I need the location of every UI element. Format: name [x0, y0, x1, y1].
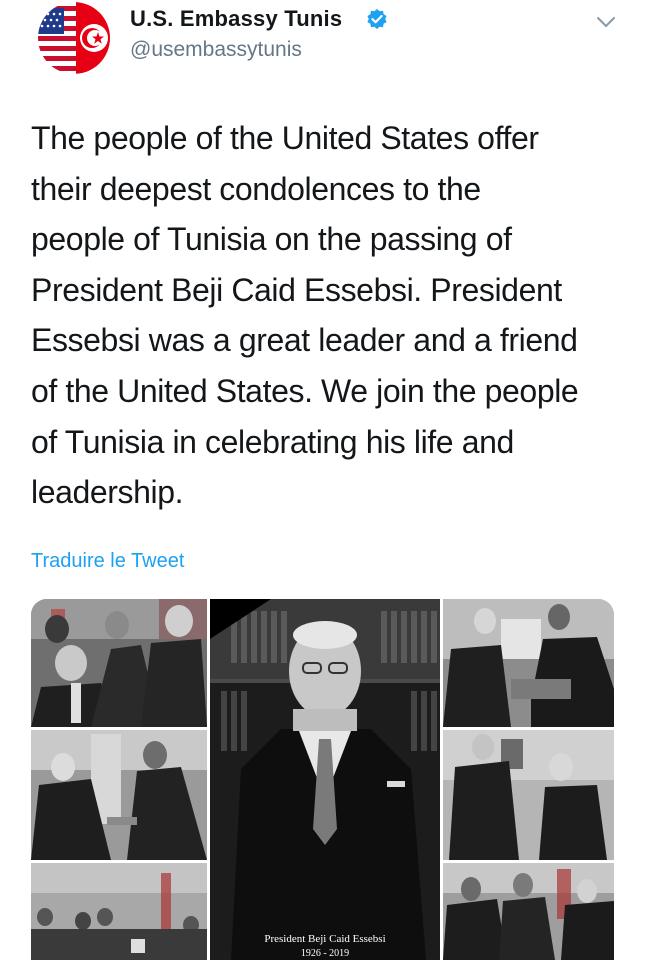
- tweet-photo[interactable]: President Beji Caid Essebsi 1926 - 2019: [31, 599, 614, 960]
- photo-caption-years: 1926 - 2019: [301, 948, 349, 959]
- tweet-text: The people of the United States offer th…: [31, 120, 579, 511]
- translate-tweet-link[interactable]: Traduire le Tweet: [31, 550, 184, 573]
- account-avatar[interactable]: [36, 2, 112, 74]
- verified-badge-icon: [367, 9, 387, 29]
- chevron-down-icon[interactable]: [594, 12, 618, 32]
- tweet-header: U.S. Embassy Tunis @usembassytunis: [0, 0, 645, 90]
- photo-caption-name: President Beji Caid Essebsi: [264, 933, 385, 945]
- us-tunisia-flag-avatar-icon: [38, 2, 110, 74]
- account-handle[interactable]: @usembassytunis: [130, 38, 302, 62]
- memorial-collage-image: President Beji Caid Essebsi 1926 - 2019: [31, 599, 614, 960]
- account-name[interactable]: U.S. Embassy Tunis: [130, 6, 342, 32]
